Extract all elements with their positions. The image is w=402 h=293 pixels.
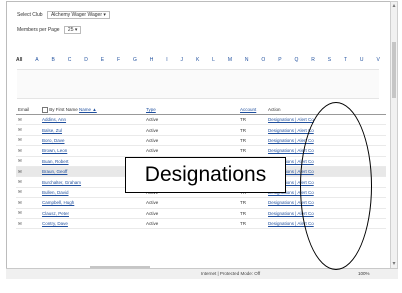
alphabet-letter[interactable]: S (328, 57, 331, 63)
members-per-page-label: Members per Page (17, 27, 60, 33)
member-name[interactable]: Contry, Dave (40, 218, 144, 230)
scrollbar-thumb[interactable] (392, 42, 396, 98)
column-name-sort[interactable]: Name ▲ (79, 107, 97, 112)
email-icon[interactable]: ✉ (16, 135, 40, 147)
alphabet-letter[interactable]: L (212, 57, 215, 63)
member-account: TR (238, 114, 266, 126)
alphabet-letter[interactable]: P (278, 57, 281, 63)
action-links[interactable]: Designations | Alert Co (266, 218, 386, 230)
alphabet-filter: All A B C D E F G H I J K L M N O P Q R S T U V (16, 57, 380, 63)
alphabet-letter[interactable]: K (196, 57, 199, 63)
alphabet-letter[interactable]: G (133, 57, 137, 63)
scroll-up-icon[interactable]: ▴ (391, 2, 397, 10)
table-row[interactable]: ✉ Balse, Zul Active TR Designations | Alert … (16, 124, 386, 136)
members-per-page-value: 25 (67, 27, 74, 33)
member-name[interactable]: Brown, Leon (40, 145, 144, 157)
member-type: Active (144, 124, 238, 136)
member-account: TR (238, 145, 266, 157)
member-type: Active (144, 197, 238, 209)
action-links[interactable]: Designations | Alert Co (266, 197, 386, 209)
column-email[interactable]: Email (16, 105, 40, 115)
club-filter-row: Select Club Alchemy Wager Wager ▾ (17, 11, 110, 19)
email-icon[interactable]: ✉ (16, 208, 40, 219)
chevron-down-icon: ▾ (103, 12, 106, 18)
vertical-scrollbar[interactable]: ▴ ▾ (390, 1, 398, 269)
alphabet-letter[interactable]: J (181, 57, 184, 63)
scroll-down-icon[interactable]: ▾ (391, 260, 397, 268)
status-text: Internet | Protected Mode: Off (201, 271, 261, 276)
email-icon[interactable]: ✉ (16, 176, 40, 188)
member-type: Active (144, 135, 238, 147)
alphabet-letter[interactable]: V (376, 57, 379, 63)
member-account: TR (238, 135, 266, 147)
email-icon[interactable]: ✉ (16, 187, 40, 199)
alphabet-letter[interactable]: B (52, 57, 55, 63)
table-row[interactable]: ✉ Addins, Ann Active TR Designations | Alert… (16, 114, 386, 126)
action-links[interactable]: Designations | Alert Co (266, 124, 386, 136)
column-type[interactable]: Type (144, 105, 238, 115)
alphabet-letter[interactable]: O (261, 57, 265, 63)
member-account: TR (238, 197, 266, 209)
members-page: Select Club Alchemy Wager Wager ▾ Member… (6, 1, 392, 271)
zoom-level[interactable]: 100% (358, 271, 370, 276)
email-icon[interactable]: ✉ (16, 166, 40, 178)
filter-panel (17, 69, 379, 99)
member-name[interactable]: Clausz, Peter (40, 208, 144, 219)
designations-callout: Designations (125, 157, 286, 193)
member-account: TR (238, 124, 266, 136)
member-account: TR (238, 218, 266, 230)
email-icon[interactable]: ✉ (16, 156, 40, 167)
table-row[interactable]: ✉ Contry, Dave Active TR Designations | Aler… (16, 218, 386, 230)
email-icon[interactable]: ✉ (16, 218, 40, 230)
column-account[interactable]: Account (238, 105, 266, 115)
alphabet-letter[interactable]: M (228, 57, 232, 63)
browser-status-bar: Internet | Protected Mode: Off 100% (6, 268, 398, 279)
member-type: Active (144, 145, 238, 157)
email-icon[interactable]: ✉ (16, 124, 40, 136)
alphabet-letter[interactable]: U (360, 57, 364, 63)
table-row[interactable]: ✉ Boro, Dave Active TR Designations | Alert … (16, 135, 386, 147)
alphabet-letter[interactable]: F (117, 57, 120, 63)
alphabet-letter[interactable]: E (101, 57, 104, 63)
member-account: TR (238, 208, 266, 219)
column-by-first-name[interactable]: By First Name Name ▲ (40, 105, 144, 115)
table-row[interactable]: ✉ Brown, Leon Active TR Designations | Alert… (16, 145, 386, 157)
member-name[interactable]: Boro, Dave (40, 135, 144, 147)
action-links[interactable]: Designations | Alert Co (266, 135, 386, 147)
member-name[interactable]: Campbell, Hugh (40, 197, 144, 209)
alphabet-letter[interactable]: N (245, 57, 249, 63)
action-links[interactable]: Designations | Alert Co (266, 208, 386, 219)
club-select[interactable]: Alchemy Wager Wager ▾ (46, 11, 110, 19)
alphabet-letter[interactable]: C (68, 57, 72, 63)
alphabet-letter[interactable]: I (166, 57, 167, 63)
column-by-first-name-label: By First Name (49, 106, 78, 112)
chevron-down-icon: ▾ (74, 27, 78, 33)
alphabet-letter[interactable]: D (84, 57, 88, 63)
member-type: Active (144, 218, 238, 230)
table-row[interactable]: ✉ Clausz, Peter Active TR Designations | Ale… (16, 208, 386, 219)
table-header-row: Email By First Name Name ▲ Type Account … (16, 105, 386, 115)
club-select-value: Alchemy Wager Wager (50, 12, 103, 18)
alphabet-letter[interactable]: A (35, 57, 38, 63)
email-icon[interactable]: ✉ (16, 145, 40, 157)
checkbox-icon (42, 106, 48, 113)
email-icon[interactable]: ✉ (16, 197, 40, 209)
member-name[interactable]: Balse, Zul (40, 124, 144, 136)
action-links[interactable]: Designations | Alert Co (266, 145, 386, 157)
table-row[interactable]: ✉ Campbell, Hugh Active TR Designations | Al… (16, 197, 386, 209)
email-icon[interactable]: ✉ (16, 114, 40, 126)
alphabet-letter[interactable]: All (16, 57, 22, 63)
alphabet-letter[interactable]: Q (294, 57, 298, 63)
members-per-page-select[interactable]: 25 ▾ (63, 26, 82, 34)
column-action: Action (266, 105, 386, 115)
member-type: Active (144, 208, 238, 219)
action-links[interactable]: Designations | Alert Co (266, 114, 386, 126)
alphabet-letter[interactable]: H (150, 57, 154, 63)
alphabet-letter[interactable]: R (311, 57, 315, 63)
club-label: Select Club (17, 12, 43, 18)
members-per-page-row: Members per Page 25 ▾ (17, 26, 82, 34)
alphabet-letter[interactable]: T (344, 57, 347, 63)
member-name[interactable]: Addins, Ann (40, 114, 144, 126)
member-type: Active (144, 114, 238, 126)
